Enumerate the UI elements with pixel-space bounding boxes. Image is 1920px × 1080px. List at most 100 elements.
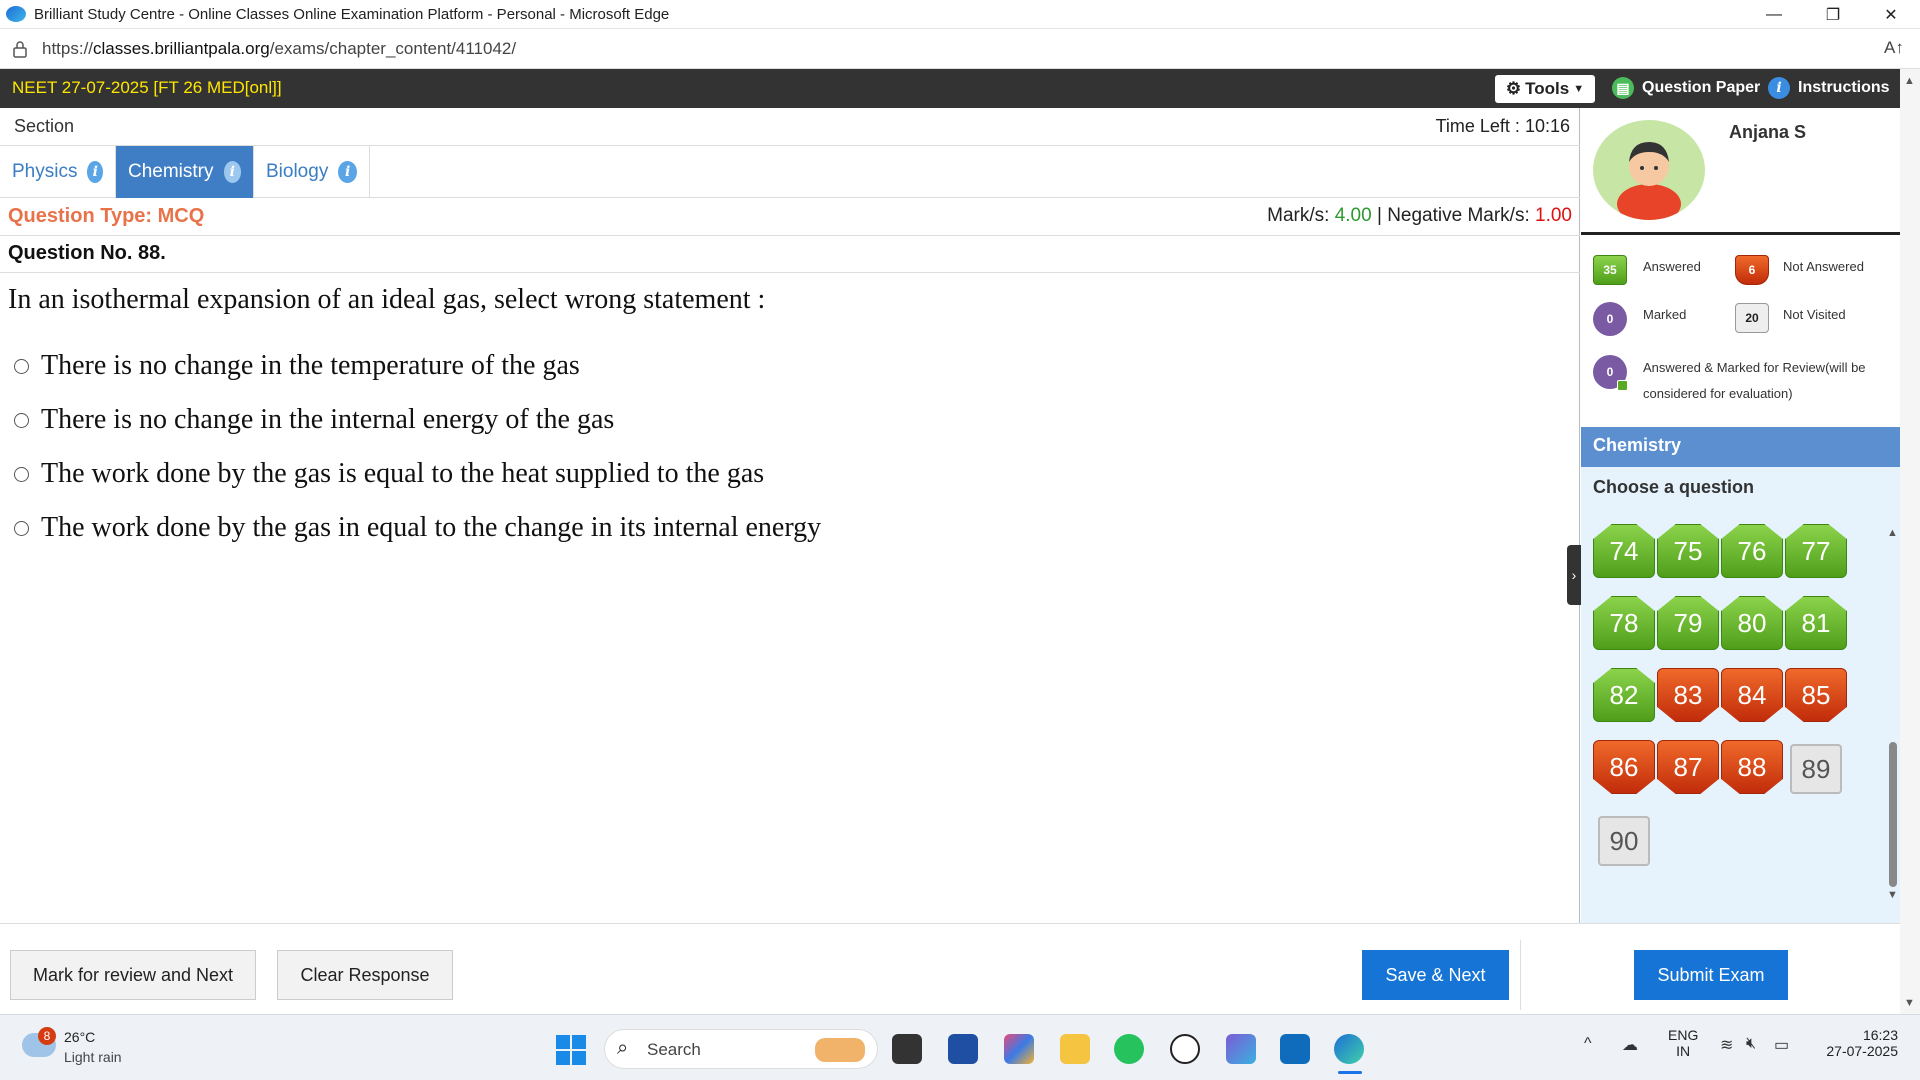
info-icon: i bbox=[1768, 77, 1790, 99]
question-button-81[interactable]: 81 bbox=[1785, 596, 1847, 650]
question-paper-label: Question Paper bbox=[1642, 79, 1761, 96]
candidate-profile: Anjana S bbox=[1581, 108, 1900, 235]
radio-button[interactable] bbox=[14, 466, 29, 482]
close-button[interactable]: ✕ bbox=[1864, 2, 1918, 28]
search-icon: ⌕ bbox=[617, 1037, 629, 1059]
tools-button[interactable]: ⚙ Tools ▼ bbox=[1495, 75, 1595, 103]
app-icon[interactable] bbox=[1226, 1034, 1256, 1064]
weather-desc[interactable]: Light rain bbox=[64, 1049, 122, 1065]
taskbar-search[interactable]: ⌕ Search bbox=[604, 1029, 878, 1069]
info-icon[interactable]: i bbox=[338, 161, 357, 183]
avatar bbox=[1593, 120, 1705, 220]
option-3[interactable]: The work done by the gas is equal to the… bbox=[14, 458, 764, 490]
info-icon[interactable]: i bbox=[87, 161, 103, 183]
battery-icon[interactable]: ▭ bbox=[1774, 1035, 1789, 1055]
store-icon[interactable] bbox=[948, 1034, 978, 1064]
wifi-icon[interactable]: ≋ bbox=[1720, 1035, 1733, 1055]
tab-chemistry[interactable]: Chemistry i bbox=[116, 146, 254, 198]
question-button-90[interactable]: 90 bbox=[1598, 816, 1650, 866]
question-button-77[interactable]: 77 bbox=[1785, 524, 1847, 578]
whatsapp-icon[interactable] bbox=[1114, 1034, 1144, 1064]
info-icon[interactable]: i bbox=[223, 161, 241, 183]
scroll-down-icon[interactable]: ▼ bbox=[1904, 997, 1915, 1009]
outlook-icon[interactable] bbox=[1280, 1034, 1310, 1064]
divider bbox=[0, 272, 1580, 273]
marks-value: 4.00 bbox=[1334, 205, 1372, 226]
question-button-88[interactable]: 88 bbox=[1721, 740, 1783, 794]
question-type: Question Type: MCQ bbox=[8, 205, 205, 227]
option-1[interactable]: There is no change in the temperature of… bbox=[14, 350, 580, 382]
negative-marks-label: Negative Mark/s: bbox=[1387, 205, 1530, 226]
radio-button[interactable] bbox=[14, 520, 29, 536]
question-button-75[interactable]: 75 bbox=[1657, 524, 1719, 578]
question-button-82[interactable]: 82 bbox=[1593, 668, 1655, 722]
tab-biology[interactable]: Biology i bbox=[254, 146, 370, 198]
scroll-up-icon[interactable]: ▲ bbox=[1887, 527, 1898, 539]
marked-badge: 0 bbox=[1593, 302, 1627, 336]
option-4[interactable]: The work done by the gas in equal to the… bbox=[14, 512, 821, 544]
weather-badge: 8 bbox=[38, 1027, 56, 1045]
onedrive-icon[interactable]: ☁ bbox=[1622, 1035, 1638, 1055]
tab-physics[interactable]: Physics i bbox=[0, 146, 116, 198]
document-icon: ▤ bbox=[1612, 77, 1634, 99]
window-title: Brilliant Study Centre - Online Classes … bbox=[34, 6, 670, 23]
palette-scrollbar[interactable]: ▲ ▼ bbox=[1887, 527, 1899, 907]
dell-icon[interactable] bbox=[1170, 1034, 1200, 1064]
question-button-80[interactable]: 80 bbox=[1721, 596, 1783, 650]
file-explorer-icon[interactable] bbox=[1060, 1034, 1090, 1064]
weather-temp[interactable]: 26°C bbox=[64, 1029, 95, 1045]
question-button-78[interactable]: 78 bbox=[1593, 596, 1655, 650]
question-button-86[interactable]: 86 bbox=[1593, 740, 1655, 794]
question-button-79[interactable]: 79 bbox=[1657, 596, 1719, 650]
radio-button[interactable] bbox=[14, 412, 29, 428]
copilot-icon[interactable] bbox=[1004, 1034, 1034, 1064]
question-button-89[interactable]: 89 bbox=[1790, 744, 1842, 794]
read-aloud-icon[interactable]: A↑ bbox=[1884, 38, 1904, 58]
scrollbar-thumb[interactable] bbox=[1889, 742, 1897, 887]
lock-icon[interactable] bbox=[12, 40, 28, 58]
question-button-85[interactable]: 85 bbox=[1785, 668, 1847, 722]
palette-section-title: Chemistry bbox=[1581, 427, 1900, 467]
section-tabs: Physics i Chemistry i Biology i bbox=[0, 146, 1580, 198]
edge-icon[interactable] bbox=[1334, 1034, 1364, 1064]
clock-time: 16:23 bbox=[1862, 1027, 1898, 1043]
question-paper-button[interactable]: ▤ Question Paper bbox=[1612, 77, 1760, 99]
marks-info: Mark/s: 4.00 | Negative Mark/s: 1.00 bbox=[1267, 205, 1572, 227]
save-next-button[interactable]: Save & Next bbox=[1362, 950, 1509, 1000]
restore-button[interactable]: ❐ bbox=[1806, 2, 1860, 28]
clock[interactable]: 16:23 27-07-2025 bbox=[1812, 1027, 1898, 1059]
instructions-button[interactable]: i Instructions bbox=[1768, 77, 1890, 99]
windows-start-icon[interactable] bbox=[556, 1035, 586, 1065]
page-scrollbar[interactable]: ▲ ▼ bbox=[1900, 69, 1920, 1014]
exam-header: NEET 27-07-2025 [FT 26 MED[onl]] ⚙ Tools… bbox=[0, 69, 1900, 108]
option-2[interactable]: There is no change in the internal energ… bbox=[14, 404, 614, 436]
candidate-name: Anjana S bbox=[1729, 122, 1807, 142]
time-left-label: Time Left : bbox=[1435, 116, 1520, 136]
chevron-up-icon[interactable]: ^ bbox=[1584, 1035, 1592, 1053]
divider bbox=[1520, 940, 1521, 1010]
language-indicator[interactable]: ENG IN bbox=[1668, 1027, 1698, 1059]
mute-icon[interactable]: 🔇︎ bbox=[1746, 1035, 1756, 1053]
task-view-icon[interactable] bbox=[892, 1034, 922, 1064]
browser-title-bar: Brilliant Study Centre - Online Classes … bbox=[0, 0, 1920, 29]
option-label: The work done by the gas in equal to the… bbox=[41, 512, 822, 543]
minimize-button[interactable]: — bbox=[1747, 2, 1801, 28]
url-text[interactable]: https://classes.brilliantpala.org/exams/… bbox=[42, 39, 516, 59]
scroll-down-icon[interactable]: ▼ bbox=[1887, 889, 1898, 901]
question-button-76[interactable]: 76 bbox=[1721, 524, 1783, 578]
clear-response-button[interactable]: Clear Response bbox=[277, 950, 453, 1000]
collapse-panel-button[interactable]: › bbox=[1567, 545, 1581, 605]
section-row: Section Time Left : 10:16 bbox=[0, 108, 1580, 146]
tab-physics-label: Physics bbox=[12, 161, 78, 182]
question-button-74[interactable]: 74 bbox=[1593, 524, 1655, 578]
option-label: There is no change in the temperature of… bbox=[41, 350, 580, 381]
address-bar[interactable]: https://classes.brilliantpala.org/exams/… bbox=[0, 29, 1920, 69]
question-button-87[interactable]: 87 bbox=[1657, 740, 1719, 794]
question-button-83[interactable]: 83 bbox=[1657, 668, 1719, 722]
radio-button[interactable] bbox=[14, 358, 29, 374]
mark-review-next-button[interactable]: Mark for review and Next bbox=[10, 950, 256, 1000]
submit-exam-button[interactable]: Submit Exam bbox=[1634, 950, 1788, 1000]
search-highlight-icon bbox=[815, 1038, 865, 1062]
scroll-up-icon[interactable]: ▲ bbox=[1904, 75, 1915, 87]
question-button-84[interactable]: 84 bbox=[1721, 668, 1783, 722]
